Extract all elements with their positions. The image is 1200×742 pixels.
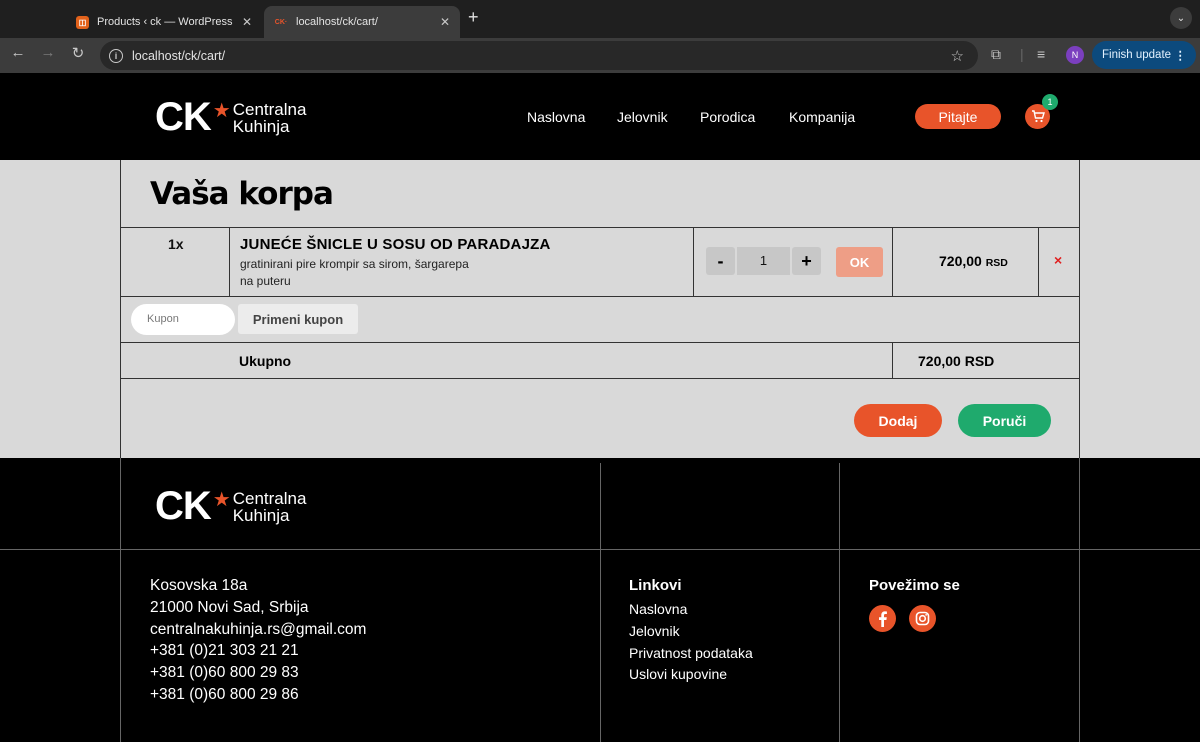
quantity-increase-button[interactable]: + (792, 247, 821, 275)
toolbar-divider: | (1020, 46, 1024, 62)
profile-avatar[interactable]: N (1066, 46, 1084, 64)
total-value: 720,00 RSD (918, 353, 995, 369)
new-tab-icon[interactable]: + (468, 7, 479, 28)
site-footer: CK ★ Centralna Kuhinja Kosovska 18a 2100… (0, 458, 1200, 742)
close-tab-icon[interactable]: ✕ (242, 15, 252, 29)
item-desc-line1: gratinirani pire krompir sa sirom, šarga… (240, 257, 469, 271)
ck-icon: CK· (274, 18, 288, 26)
tab-title: Products ‹ ck — WordPress (97, 16, 233, 28)
tab-search-icon[interactable]: ⌄ (1170, 7, 1192, 29)
item-description: gratinirani pire krompir sa sirom, šarga… (240, 256, 510, 290)
divider (839, 463, 840, 742)
facebook-glyph (879, 611, 887, 627)
logo-mark: CK (155, 95, 212, 139)
update-quantity-button[interactable]: OK (836, 247, 883, 277)
phone-link[interactable]: +381 (0)21 303 21 21 (150, 640, 366, 662)
nav-jelovnik[interactable]: Jelovnik (617, 109, 668, 125)
footer-link-privatnost[interactable]: Privatnost podataka (629, 643, 753, 665)
site-logo[interactable]: CK ★ Centralna Kuhinja (155, 95, 306, 140)
item-price: 720,00 RSD (939, 253, 1008, 269)
address-line: 21000 Novi Sad, Srbija (150, 598, 309, 616)
address-bar[interactable]: i localhost/ck/cart/ ☆ (100, 41, 978, 70)
nav-naslovna[interactable]: Naslovna (527, 109, 585, 125)
divider (1079, 458, 1080, 742)
item-name: JUNEĆE ŠNICLE U SOSU OD PARADAJZA (240, 236, 551, 253)
item-desc-line2: na puteru (240, 274, 291, 288)
browser-toolbar: ← → ↻ i localhost/ck/cart/ ☆ ⧉ | ≡ N Fin… (0, 38, 1200, 73)
add-more-button[interactable]: Dodaj (854, 404, 942, 437)
logo-name-line2: Kuhinja (232, 116, 290, 136)
coupon-input[interactable]: Kupon (131, 304, 235, 335)
forward-icon[interactable]: → (38, 44, 58, 61)
price-amount: 720,00 (939, 253, 982, 269)
logo-star-icon: ★ (212, 489, 231, 511)
phone-link[interactable]: +381 (0)60 800 29 86 (150, 684, 366, 706)
price-currency: RSD (985, 257, 1008, 269)
footer-link-uslovi[interactable]: Uslovi kupovine (629, 664, 753, 686)
cart-count-badge: 1 (1042, 94, 1058, 110)
divider (121, 378, 1079, 379)
item-qty-label: 1x (168, 236, 184, 252)
instagram-icon[interactable] (909, 605, 936, 632)
phone-link[interactable]: +381 (0)60 800 29 83 (150, 662, 366, 684)
nav-kompanija[interactable]: Kompanija (789, 109, 855, 125)
nav-porodica[interactable]: Porodica (700, 109, 755, 125)
total-label: Ukupno (239, 353, 292, 369)
divider (600, 463, 601, 742)
quantity-decrease-button[interactable]: - (706, 247, 735, 275)
finish-update-label: Finish update (1102, 49, 1172, 61)
bookmark-star-icon[interactable]: ☆ (951, 47, 964, 65)
footer-link-jelovnik[interactable]: Jelovnik (629, 621, 753, 643)
divider (693, 227, 694, 296)
divider (1038, 227, 1039, 296)
cart-title: Vaša korpa (150, 176, 334, 212)
close-tab-icon[interactable]: ✕ (440, 15, 450, 29)
finish-update-button[interactable]: Finish update ⋮ (1092, 41, 1196, 69)
order-button[interactable]: Poruči (958, 404, 1051, 437)
facebook-icon[interactable] (869, 605, 896, 632)
email-link[interactable]: centralnakuhinja.rs@gmail.com (150, 619, 366, 641)
logo-name: Centralna Kuhinja (233, 101, 307, 135)
logo-name: Centralna Kuhinja (233, 490, 307, 524)
instagram-glyph (915, 611, 930, 626)
divider (0, 549, 1200, 550)
links-title: Linkovi (629, 577, 682, 594)
extensions-icon[interactable]: ⧉ (991, 46, 1001, 63)
footer-contact: Kosovska 18a 21000 Novi Sad, Srbija cent… (150, 575, 366, 706)
logo-star-icon: ★ (212, 100, 231, 122)
divider (892, 227, 893, 296)
cart-section: Vaša korpa 1x JUNEĆE ŠNICLE U SOSU OD PA… (0, 160, 1200, 458)
divider (892, 342, 893, 378)
browser-tab-bar: ◫ Products ‹ ck — WordPress ✕ CK· localh… (0, 0, 1200, 38)
divider (120, 458, 121, 742)
wordpress-icon: ◫ (76, 15, 89, 29)
footer-links: Naslovna Jelovnik Privatnost podataka Us… (629, 599, 753, 686)
cart-icon (1031, 110, 1045, 123)
quantity-input[interactable]: 1 (737, 247, 790, 275)
site-info-icon[interactable]: i (109, 48, 123, 63)
footer-link-naslovna[interactable]: Naslovna (629, 599, 753, 621)
reading-list-icon[interactable]: ≡ (1037, 46, 1045, 62)
pitajte-button[interactable]: Pitajte (915, 104, 1001, 129)
divider (229, 227, 230, 296)
back-icon[interactable]: ← (8, 44, 28, 61)
more-menu-icon[interactable]: ⋮ (1175, 48, 1187, 62)
reload-icon[interactable]: ↻ (68, 44, 88, 62)
browser-tab-cart[interactable]: CK· localhost/ck/cart/ ✕ (264, 6, 460, 38)
site-header: CK ★ Centralna Kuhinja Naslovna Jelovnik… (0, 73, 1200, 160)
logo-name-line2: Kuhinja (232, 505, 290, 525)
footer-logo[interactable]: CK ★ Centralna Kuhinja (155, 484, 306, 529)
address-line: Kosovska 18a (150, 577, 248, 594)
logo-mark: CK (155, 484, 212, 528)
divider (121, 296, 1079, 297)
social-title: Povežimo se (869, 577, 960, 594)
remove-item-icon[interactable]: × (1054, 252, 1062, 268)
tab-title: localhost/ck/cart/ (296, 16, 378, 28)
url-text: localhost/ck/cart/ (132, 48, 226, 63)
apply-coupon-button[interactable]: Primeni kupon (238, 304, 358, 334)
browser-tab-wordpress[interactable]: ◫ Products ‹ ck — WordPress ✕ (66, 6, 262, 38)
divider (121, 342, 1079, 343)
divider (121, 227, 1079, 228)
cart-box: Vaša korpa 1x JUNEĆE ŠNICLE U SOSU OD PA… (120, 160, 1080, 458)
